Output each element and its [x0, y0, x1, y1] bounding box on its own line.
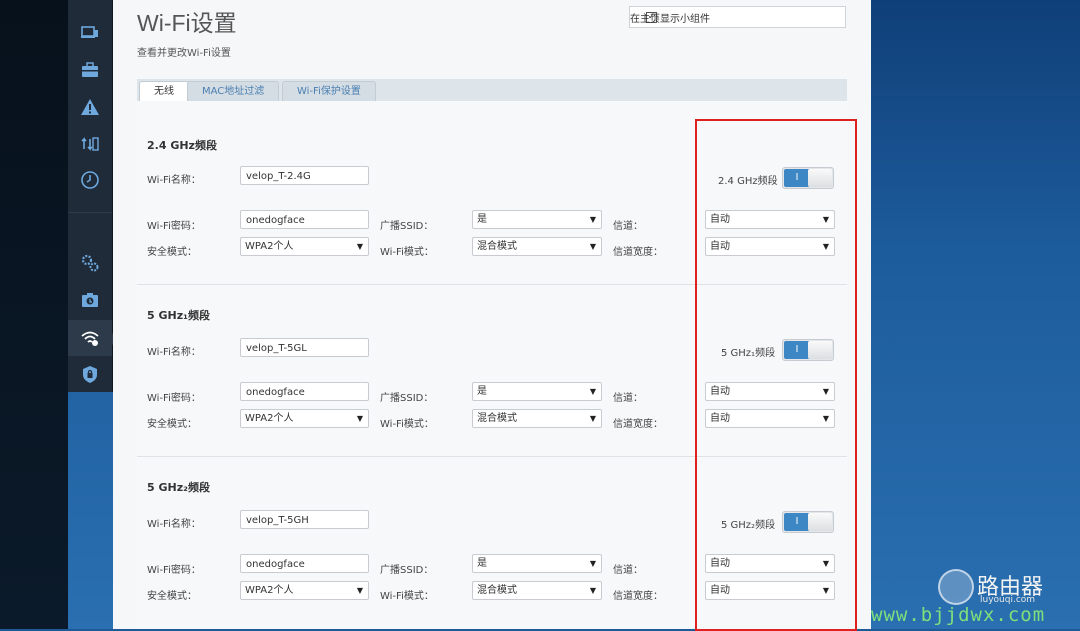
chevron-down-icon: ▼	[356, 242, 363, 251]
mode-value: 混合模式	[477, 585, 517, 596]
chevron-down-icon: ▼	[589, 215, 596, 224]
mode-value: 混合模式	[477, 413, 517, 424]
password-input[interactable]: onedogface	[240, 382, 369, 401]
toolbox-icon	[82, 62, 98, 77]
band-title: 5 GHz₁频段	[147, 309, 210, 322]
password-input[interactable]: onedogface	[240, 554, 369, 573]
show-widget-option[interactable]: ✓ 在主页显示小组件	[629, 6, 846, 28]
password-input[interactable]: onedogface	[240, 210, 369, 229]
channel-label: 信道：	[613, 393, 643, 404]
broadcast-select[interactable]: 是 ▼	[472, 382, 602, 401]
mode-label: Wi-Fi模式：	[380, 591, 434, 602]
chevron-down-icon: ▼	[589, 242, 596, 251]
security-select[interactable]: WPA2个人 ▼	[240, 581, 369, 600]
tab-wireless[interactable]: 无线	[139, 81, 189, 103]
channel-label: 信道：	[613, 565, 643, 576]
sidebar-item-security[interactable]	[68, 356, 112, 392]
broadcast-select[interactable]: 是 ▼	[472, 210, 602, 229]
watermark: 路由器 luyouqi.com www.bjjdwx.com	[871, 567, 1076, 627]
page-subtitle: 查看并更改Wi-Fi设置	[137, 48, 231, 59]
router-logo-icon	[938, 569, 974, 605]
sidebar-divider	[68, 212, 112, 213]
mode-select[interactable]: 混合模式 ▼	[472, 409, 602, 428]
sidebar-item-tools[interactable]	[68, 52, 112, 88]
broadcast-label: 广播SSID：	[380, 565, 434, 576]
ssid-input[interactable]: velop_T-5GL	[240, 338, 369, 357]
highlight-box	[695, 119, 857, 631]
broadcast-label: 广播SSID：	[380, 393, 434, 404]
clock-icon	[81, 171, 99, 189]
security-value: WPA2个人	[245, 585, 294, 596]
password-label: Wi-Fi密码：	[147, 393, 201, 404]
security-value: WPA2个人	[245, 241, 294, 252]
broadcast-select[interactable]: 是 ▼	[472, 554, 602, 573]
shield-icon	[83, 366, 97, 383]
left-dark-area	[0, 0, 68, 629]
security-select[interactable]: WPA2个人 ▼	[240, 237, 369, 256]
broadcast-value: 是	[477, 386, 487, 397]
sidebar	[68, 0, 119, 392]
devices-icon	[81, 26, 98, 38]
alert-icon	[81, 99, 99, 115]
width-label: 信道宽度：	[613, 247, 663, 258]
tab-mac-filter[interactable]: MAC地址过滤	[187, 81, 280, 102]
chevron-down-icon: ▼	[589, 387, 596, 396]
band-title: 2.4 GHz频段	[147, 139, 217, 152]
backup-icon	[82, 293, 98, 307]
mode-value: 混合模式	[477, 241, 517, 252]
broadcast-label: 广播SSID：	[380, 221, 434, 232]
password-label: Wi-Fi密码：	[147, 221, 201, 232]
security-select[interactable]: WPA2个人 ▼	[240, 409, 369, 428]
mode-label: Wi-Fi模式：	[380, 247, 434, 258]
chevron-down-icon: ▼	[356, 414, 363, 423]
security-label: 安全模式：	[147, 247, 197, 258]
sidebar-item-schedule[interactable]	[68, 162, 112, 198]
width-label: 信道宽度：	[613, 419, 663, 430]
show-widget-label: 在主页显示小组件	[630, 13, 710, 25]
gear-icon	[81, 254, 99, 272]
chevron-down-icon: ▼	[589, 414, 596, 423]
ssid-input[interactable]: velop_T-2.4G	[240, 166, 369, 185]
tab-wps[interactable]: Wi-Fi保护设置	[282, 81, 376, 102]
sidebar-item-devices[interactable]	[68, 14, 112, 50]
ssid-label: Wi-Fi名称：	[147, 175, 201, 186]
ssid-label: Wi-Fi名称：	[147, 519, 201, 530]
ssid-input[interactable]: velop_T-5GH	[240, 510, 369, 529]
ssid-label: Wi-Fi名称：	[147, 347, 201, 358]
security-value: WPA2个人	[245, 413, 294, 424]
chevron-down-icon: ▼	[589, 559, 596, 568]
password-label: Wi-Fi密码：	[147, 565, 201, 576]
width-label: 信道宽度：	[613, 591, 663, 602]
security-label: 安全模式：	[147, 419, 197, 430]
band-title: 5 GHz₂频段	[147, 481, 210, 494]
chevron-down-icon: ▼	[589, 586, 596, 595]
channel-label: 信道：	[613, 221, 643, 232]
sidebar-item-alerts[interactable]	[68, 89, 112, 125]
sidebar-item-settings[interactable]	[68, 245, 112, 281]
security-label: 安全模式：	[147, 591, 197, 602]
mode-select[interactable]: 混合模式 ▼	[472, 237, 602, 256]
watermark-url: www.bjjdwx.com	[871, 604, 1046, 626]
tab-bar: 无线 MAC地址过滤 Wi-Fi保护设置	[137, 79, 847, 103]
chevron-down-icon: ▼	[356, 586, 363, 595]
broadcast-value: 是	[477, 214, 487, 225]
broadcast-value: 是	[477, 558, 487, 569]
sidebar-item-wifi[interactable]	[68, 320, 119, 356]
mode-select[interactable]: 混合模式 ▼	[472, 581, 602, 600]
sidebar-item-transfer[interactable]	[68, 126, 112, 162]
transfer-icon	[81, 137, 99, 151]
wifi-icon	[81, 331, 99, 346]
sidebar-item-backup[interactable]	[68, 282, 112, 318]
mode-label: Wi-Fi模式：	[380, 419, 434, 430]
page-title: Wi-Fi设置	[137, 10, 237, 36]
